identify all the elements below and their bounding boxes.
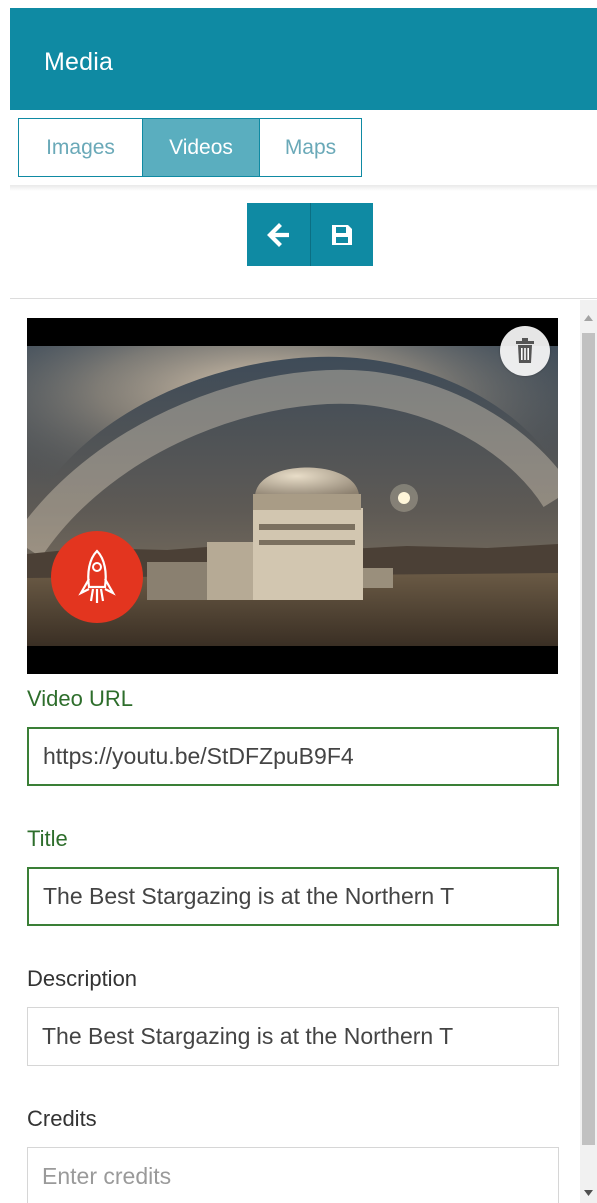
page-title: Media [44,48,114,76]
video-url-label: Video URL [27,686,133,711]
video-url-input[interactable]: https://youtu.be/StDFZpuB9F4 [27,727,559,786]
toolbar-divider [10,298,597,299]
caret-up-icon [584,315,593,321]
trash-icon [516,338,534,363]
tab-bar-shadow [10,185,597,191]
description-label: Description [27,966,138,991]
tab-maps[interactable]: Maps [260,119,361,176]
back-button[interactable] [247,203,310,266]
scroll-down-arrow[interactable] [580,1183,597,1203]
arrow-left-icon [266,222,289,247]
media-header: Media [10,8,597,110]
scroll-up-arrow[interactable] [580,308,597,328]
tab-images[interactable]: Images [19,119,143,176]
credits-label: Credits [27,1106,97,1131]
scrollbar-thumb[interactable] [582,333,595,1145]
scrollbar[interactable] [580,300,597,1203]
caret-down-icon [584,1190,593,1196]
save-button[interactable] [310,203,373,266]
title-label: Title [27,826,68,851]
media-toolbar [247,203,373,266]
floppy-disk-icon [332,224,352,245]
delete-video-button[interactable] [500,326,550,376]
credits-input[interactable]: Enter credits [27,1147,559,1203]
channel-logo [51,531,143,623]
title-input[interactable]: The Best Stargazing is at the Northern T [27,867,559,926]
media-tabs: Images Videos Maps [18,118,362,177]
rocket-icon [78,549,116,603]
tab-videos[interactable]: Videos [143,119,260,176]
description-input[interactable]: The Best Stargazing is at the Northern T [27,1007,559,1066]
